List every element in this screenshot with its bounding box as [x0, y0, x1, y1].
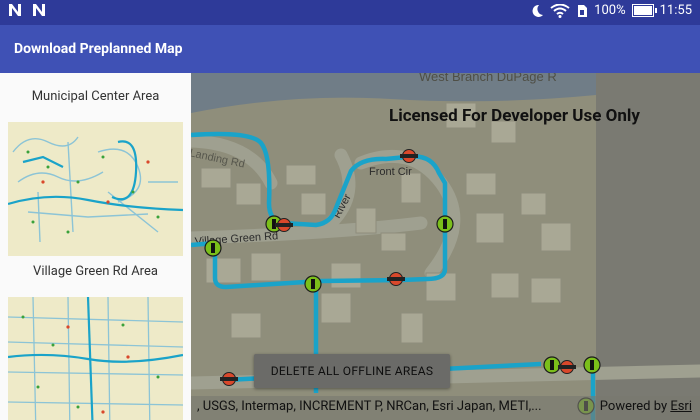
powered-by-prefix: Powered by: [599, 399, 671, 414]
area-thumbnail-map: [8, 297, 183, 420]
powered-by: Powered by Esri: [600, 399, 692, 414]
clock: 11:55: [659, 3, 692, 18]
status-bar: 100% 11:55: [0, 0, 700, 25]
area-label-village-green[interactable]: Village Green Rd Area: [0, 264, 191, 279]
area-thumbnail-third[interactable]: [8, 297, 183, 420]
n-notification-icon: [33, 4, 45, 16]
do-not-disturb-moon-icon: [532, 4, 544, 17]
attribution-text: , USGS, Intermap, INCREMENT P, NRCan, Es…: [197, 399, 542, 414]
area-thumbnail-village-green[interactable]: [8, 122, 183, 256]
area-label-municipal-center[interactable]: Municipal Center Area: [0, 89, 191, 104]
attribution-bar: , USGS, Intermap, INCREMENT P, NRCan, Es…: [191, 396, 700, 420]
delete-offline-areas-button[interactable]: DELETE ALL OFFLINE AREAS: [254, 354, 450, 388]
license-watermark: Licensed For Developer Use Only: [389, 106, 640, 126]
preplanned-areas-list[interactable]: Municipal Center Area Village Green Rd A…: [0, 73, 191, 420]
app-bar: Download Preplanned Map: [0, 25, 700, 73]
battery-icon: [631, 4, 657, 17]
app-title: Download Preplanned Map: [14, 41, 183, 57]
street-label: West Branch DuPage R: [419, 73, 557, 84]
street-label: Front Cir: [369, 166, 412, 178]
esri-link[interactable]: Esri: [670, 399, 692, 414]
area-thumbnail-map: [8, 122, 183, 256]
wifi-icon: [550, 3, 570, 18]
battery-fill: [633, 6, 652, 15]
battery-percent: 100%: [594, 3, 626, 18]
sim-no-signal-icon: [578, 4, 588, 17]
n-notification-icon: [9, 4, 21, 16]
map-view[interactable]: West Branch DuPage R Landing Rd Front Ci…: [191, 73, 700, 420]
